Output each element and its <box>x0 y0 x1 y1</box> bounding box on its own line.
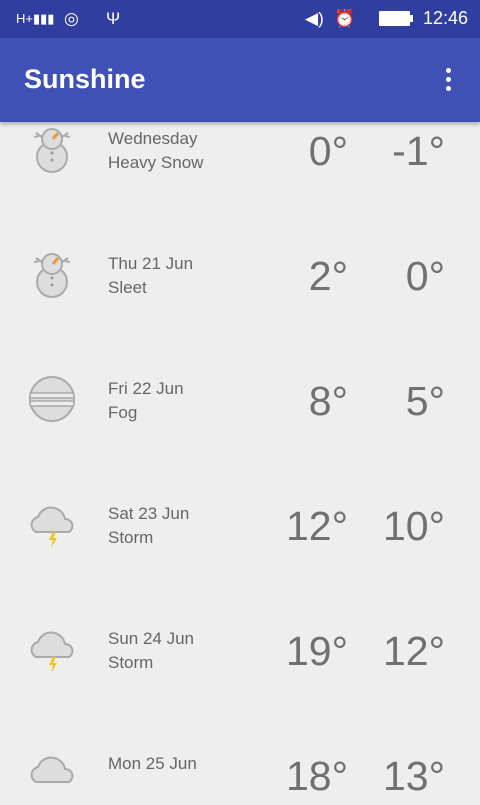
low-temperature: 12° <box>382 628 445 674</box>
forecast-row[interactable]: Sat 23 Jun Storm 12° 10° <box>0 460 480 585</box>
app-bar: Sunshine <box>0 38 480 122</box>
signal-icon: H+▮▮▮ <box>16 11 55 26</box>
battery-icon <box>379 11 413 26</box>
low-temperature: 0° <box>405 253 445 299</box>
low-temperature: 10° <box>382 503 445 549</box>
low-temperature: 5° <box>405 378 445 424</box>
snow-weather-icon <box>26 123 78 175</box>
overflow-menu-icon[interactable] <box>444 68 452 94</box>
forecast-description: Storm <box>108 528 154 547</box>
app-title: Sunshine <box>24 64 146 94</box>
forecast-description: Sleet <box>108 278 147 297</box>
snow-weather-icon <box>26 248 78 300</box>
forecast-list[interactable]: Wednesday Heavy Snow 0° -1° Thu 21 Jun Sle… <box>0 85 480 800</box>
low-temperature: -1° <box>392 128 445 174</box>
forecast-date: Wednesday <box>108 129 198 148</box>
storm-weather-icon <box>26 623 78 675</box>
clock: 12:46 <box>422 8 468 28</box>
forecast-date: Sat 23 Jun <box>108 504 190 523</box>
forecast-date: Mon 25 Jun <box>108 754 197 773</box>
forecast-row[interactable]: Mon 25 Jun 18° 13° <box>0 710 480 800</box>
forecast-date: Thu 21 Jun <box>108 254 194 273</box>
hotspot-icon: ◎ <box>64 9 79 28</box>
forecast-date: Sun 24 Jun <box>108 629 195 648</box>
alarm-icon: ⏰ <box>334 9 356 28</box>
forecast-row[interactable]: Sun 24 Jun Storm 19° 12° <box>0 585 480 710</box>
forecast-description: Storm <box>108 653 154 672</box>
low-temperature: 13° <box>382 753 445 799</box>
usb-icon: Ψ <box>106 9 121 28</box>
volume-icon: ◀) <box>305 9 324 28</box>
forecast-description: Heavy Snow <box>108 153 204 172</box>
cloud-weather-icon <box>26 748 78 800</box>
storm-weather-icon <box>26 498 78 550</box>
fog-weather-icon <box>26 373 78 425</box>
forecast-row[interactable]: Thu 21 Jun Sleet 2° 0° <box>0 210 480 335</box>
forecast-date: Fri 22 Jun <box>108 379 184 398</box>
forecast-description: Fog <box>108 403 138 422</box>
status-bar: H+▮▮▮ ◎ Ψ ◀) ⏰ 12:46 <box>0 0 480 38</box>
forecast-row[interactable]: Fri 22 Jun Fog 8° 5° <box>0 335 480 460</box>
